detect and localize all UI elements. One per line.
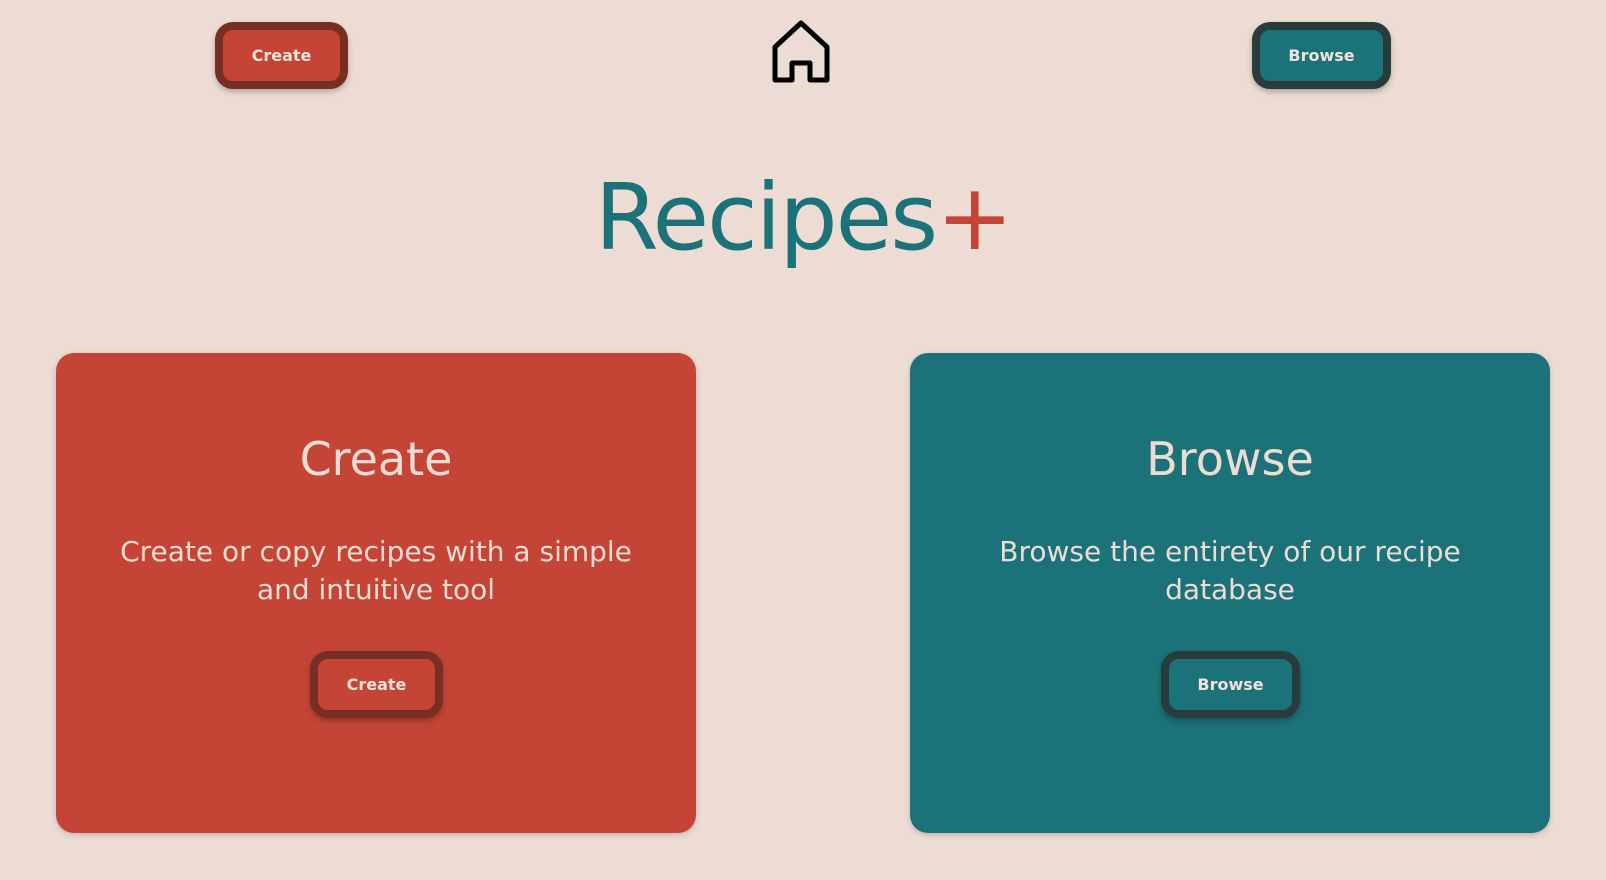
home-link[interactable]: [770, 18, 832, 86]
browse-card-heading: Browse: [1146, 432, 1314, 486]
home-icon: [772, 20, 830, 83]
nav-create-button[interactable]: Create: [215, 22, 348, 89]
create-card: Create Create or copy recipes with a sim…: [56, 353, 696, 833]
title-main: Recipes: [594, 164, 938, 271]
nav-browse-button[interactable]: Browse: [1252, 22, 1391, 89]
top-nav: Create Browse: [0, 0, 1606, 110]
browse-card-description: Browse the entirety of our recipe databa…: [999, 535, 1461, 606]
browse-card-button[interactable]: Browse: [1161, 651, 1300, 718]
create-card-button[interactable]: Create: [310, 651, 443, 718]
browse-card: Browse Browse the entirety of our recipe…: [910, 353, 1550, 833]
create-card-heading: Create: [299, 432, 453, 486]
create-card-description: Create or copy recipes with a simple and…: [120, 535, 632, 606]
title-plus: +: [936, 164, 1013, 271]
page-title: Recipes+: [0, 158, 1606, 278]
